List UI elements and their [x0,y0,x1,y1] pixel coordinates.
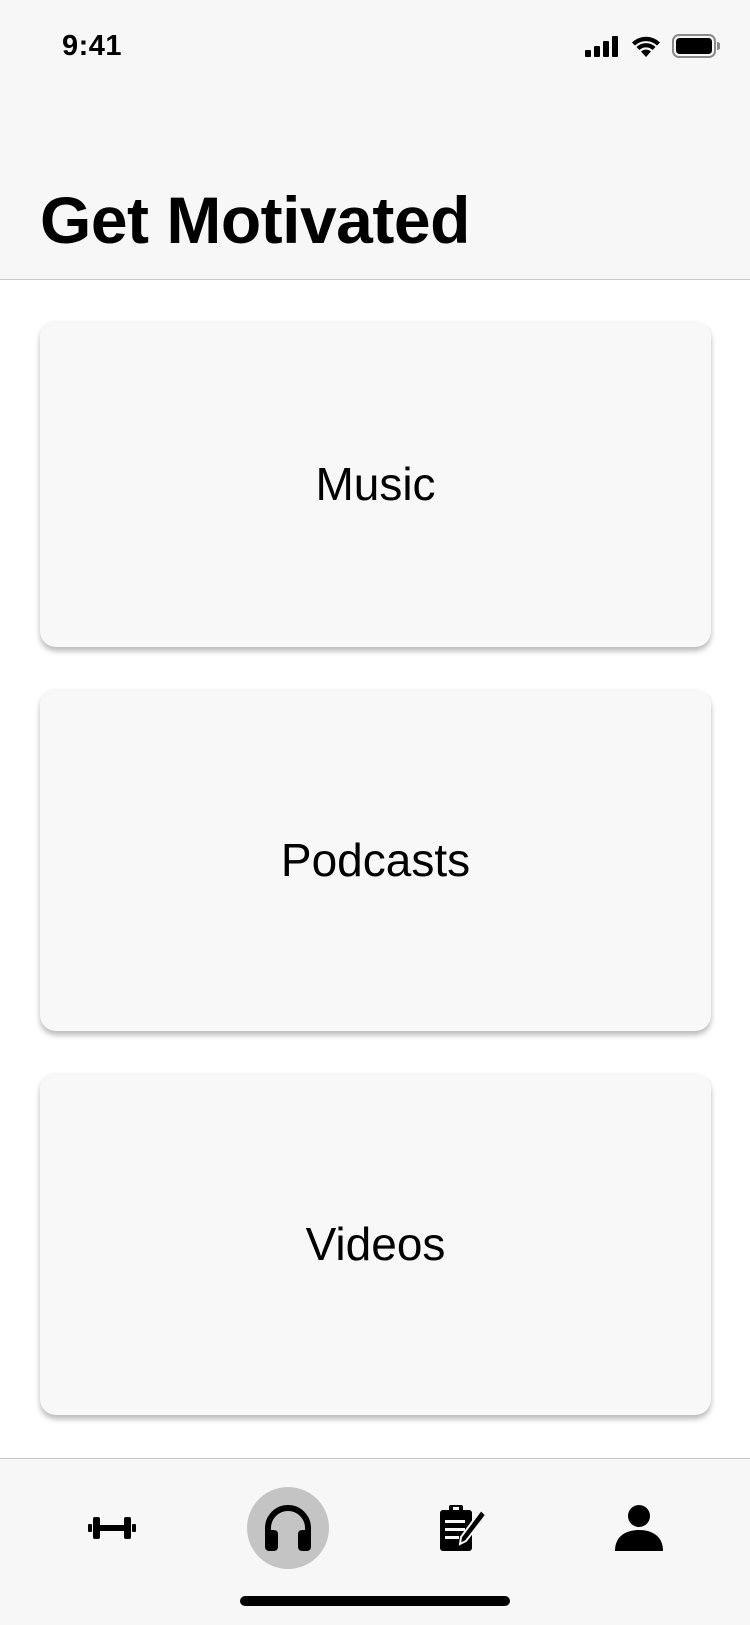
home-indicator[interactable] [240,1596,510,1606]
person-icon [615,1505,663,1551]
headphones-icon [265,1505,311,1551]
music-card-label: Music [315,458,436,510]
status-bar: 9:41 [0,0,750,90]
videos-card-label: Videos [305,1218,446,1270]
podcasts-card-label: Podcasts [280,834,471,886]
cellular-signal-icon [585,36,618,57]
clipboard-pencil-icon [440,1505,488,1551]
podcasts-card[interactable]: Podcasts [40,689,711,1031]
tab-motivation[interactable] [247,1487,329,1569]
tab-plans[interactable] [421,1487,503,1569]
page-title: Get Motivated [40,183,470,257]
wifi-icon [632,36,660,57]
music-card[interactable]: Music [40,321,711,647]
tab-workouts[interactable] [71,1487,153,1569]
tab-profile[interactable] [598,1487,680,1569]
status-icons [584,34,720,58]
header: 9:41 Get Motivated [0,0,750,280]
videos-card[interactable]: Videos [40,1073,711,1415]
dumbbell-icon [88,1517,136,1539]
battery-icon [672,34,720,58]
status-time: 9:41 [62,30,123,62]
